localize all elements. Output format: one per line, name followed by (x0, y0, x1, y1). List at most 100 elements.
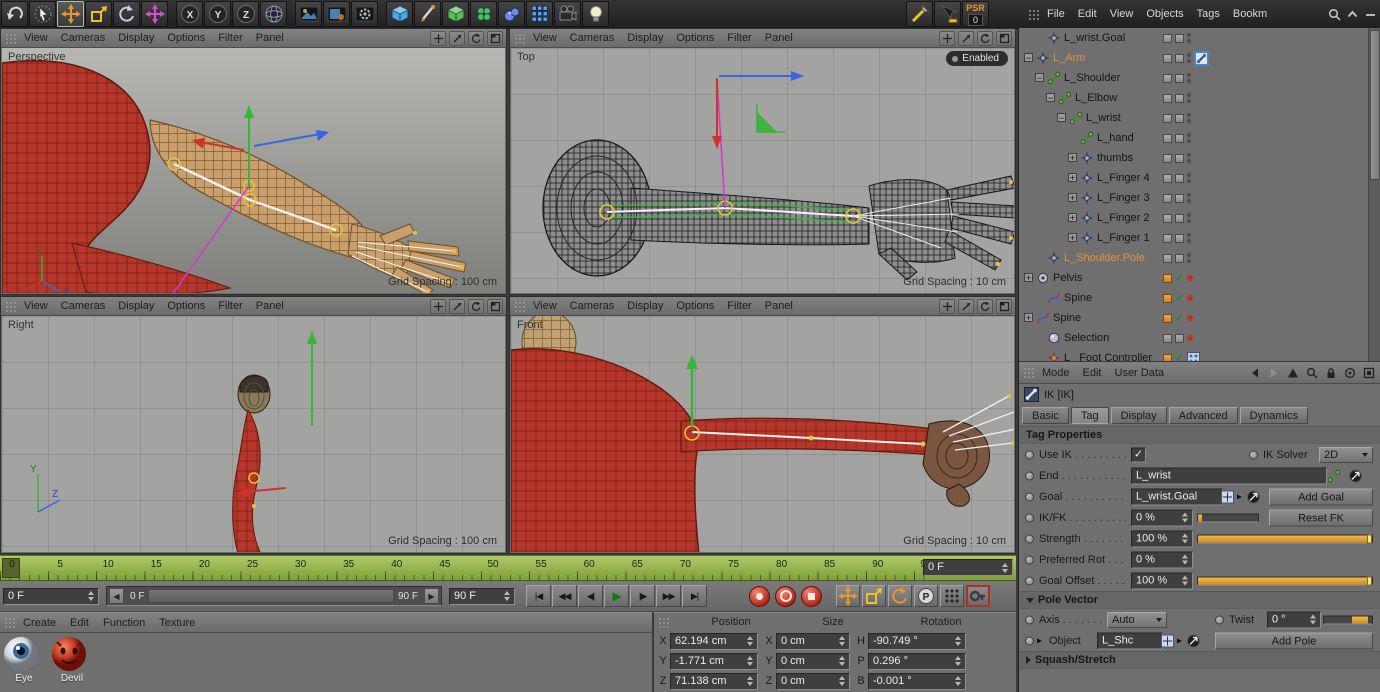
viewport-menu-display[interactable]: Display (627, 300, 663, 312)
key-position-toggle[interactable] (836, 585, 860, 607)
stepper[interactable] (952, 676, 961, 686)
display-tag-icon[interactable] (1163, 314, 1172, 323)
visibility-dots[interactable] (1187, 153, 1191, 163)
record-button[interactable] (749, 586, 770, 607)
visibility-toggle[interactable] (1175, 234, 1184, 243)
right-canvas[interactable]: Right Y Z Grid (2, 316, 505, 552)
panel-grip-icon[interactable] (4, 617, 15, 628)
visibility-toggle[interactable] (1163, 74, 1172, 83)
stepper[interactable] (1179, 513, 1188, 523)
up-arrow-icon[interactable] (1287, 367, 1299, 379)
render-picture-viewer-icon[interactable] (323, 1, 350, 27)
expander-minus[interactable]: − (1035, 73, 1044, 82)
goto-start-button[interactable]: |◀ (526, 585, 551, 607)
range-start-grip[interactable]: ◀ (109, 588, 124, 604)
visibility-toggle[interactable] (1175, 194, 1184, 203)
visibility-dots[interactable] (1187, 73, 1191, 83)
menubar-item-edit[interactable]: Edit (1078, 8, 1097, 20)
material-menu-function[interactable]: Function (103, 617, 145, 629)
object-row[interactable]: L_ Foot Controller✓ (1019, 348, 1380, 362)
nav-forward-icon[interactable] (1268, 367, 1280, 379)
object-name[interactable]: L_Finger 2 (1097, 208, 1150, 228)
object-picker-icon[interactable] (1187, 634, 1200, 647)
keyframe-dot[interactable] (1025, 576, 1034, 585)
keyframe-dot[interactable] (1025, 636, 1034, 645)
object-row[interactable]: −L_Shoulder (1019, 68, 1380, 88)
object-name[interactable]: thumbs (1097, 148, 1133, 168)
rotate-view-icon[interactable] (977, 299, 993, 314)
stepper[interactable] (1307, 615, 1316, 625)
object-name[interactable]: L_wrist (1086, 108, 1121, 128)
material-menu-texture[interactable]: Texture (159, 617, 195, 629)
object-row[interactable]: L_hand (1019, 128, 1380, 148)
perspective-canvas[interactable]: Perspective (2, 48, 505, 293)
keyframe-dot[interactable] (1025, 534, 1034, 543)
stepper[interactable] (85, 591, 94, 601)
twist-field[interactable]: 0 ° (1267, 611, 1321, 628)
end-frame-field[interactable]: 90 F (449, 588, 515, 605)
search-icon[interactable] (1328, 8, 1341, 21)
zoom-view-icon[interactable] (449, 31, 465, 46)
visibility-dots[interactable] (1187, 193, 1191, 203)
visibility-dots[interactable] (1187, 133, 1191, 143)
visibility-toggle[interactable] (1175, 94, 1184, 103)
viewport-menu-view[interactable]: View (24, 32, 48, 44)
viewport-menu-filter[interactable]: Filter (218, 300, 242, 312)
display-tag-icon[interactable] (1163, 294, 1172, 303)
current-frame-field[interactable]: 0 F (923, 559, 1013, 576)
material-thumbnail[interactable] (3, 636, 45, 672)
keyframe-dot[interactable] (1025, 555, 1034, 564)
visibility-toggle[interactable] (1163, 254, 1172, 263)
visibility-toggle[interactable] (1175, 54, 1184, 63)
strength-field[interactable]: 100 % (1131, 530, 1193, 547)
viewport-menu-display[interactable]: Display (118, 300, 154, 312)
object-name[interactable]: L_Elbow (1075, 88, 1117, 108)
expand-arrow[interactable]: ▸ (1037, 635, 1042, 646)
stepper[interactable] (1179, 555, 1188, 565)
viewport-menu-cameras[interactable]: Cameras (61, 300, 106, 312)
viewport-menu-options[interactable]: Options (167, 300, 205, 312)
visibility-toggle[interactable] (1163, 194, 1172, 203)
visibility-toggle[interactable] (1163, 134, 1172, 143)
visibility-toggle[interactable] (1163, 334, 1172, 343)
object-name[interactable]: Spine (1064, 288, 1092, 308)
viewport-menu-cameras[interactable]: Cameras (61, 32, 106, 44)
squash-stretch-header[interactable]: Squash/Stretch (1019, 651, 1380, 669)
visibility-toggle[interactable] (1175, 34, 1184, 43)
pole-vector-header[interactable]: Pole Vector (1019, 591, 1380, 609)
stepper[interactable] (744, 636, 753, 646)
array-icon[interactable] (526, 1, 553, 27)
stepper[interactable] (744, 656, 753, 666)
visibility-toggle[interactable] (1175, 334, 1184, 343)
display-tag-icon[interactable] (1163, 274, 1172, 283)
goal-offset-slider[interactable] (1197, 576, 1373, 585)
maximize-view-icon[interactable] (487, 31, 503, 46)
y-axis-lock-icon[interactable]: Y (204, 1, 231, 27)
pos-field[interactable]: 71.138 cm (670, 673, 758, 690)
expander-minus[interactable]: − (1024, 53, 1033, 62)
link-expand-arrow[interactable]: ▸ (1177, 635, 1182, 646)
add-goal-button[interactable]: Add Goal (1269, 488, 1373, 505)
display-tag-icon[interactable] (1163, 354, 1172, 363)
goal-offset-field[interactable]: 100 % (1131, 572, 1193, 589)
object-name[interactable]: Pelvis (1053, 268, 1082, 288)
autokey-frame-button[interactable] (966, 585, 990, 607)
material-thumbnail[interactable] (51, 636, 93, 672)
ik-tag-icon-selected[interactable] (1194, 51, 1209, 66)
rotate-view-icon[interactable] (977, 31, 993, 46)
prev-frame-button[interactable]: ◀| (578, 585, 603, 607)
stepper[interactable] (836, 676, 845, 686)
visibility-toggle[interactable] (1163, 154, 1172, 163)
preferred-rot-field[interactable]: 0 % (1131, 551, 1193, 568)
object-row[interactable]: Spine✓ (1019, 288, 1380, 308)
viewport-menu-view[interactable]: View (24, 300, 48, 312)
rot-field[interactable]: -90.749 ° (868, 633, 966, 650)
prev-key-button[interactable]: ◀◀ (552, 585, 577, 607)
knife-icon[interactable] (906, 1, 933, 27)
live-selection-icon[interactable] (29, 1, 56, 27)
cluster-icon[interactable] (470, 1, 497, 27)
size-field[interactable]: 0 cm (776, 633, 850, 650)
render-view-icon[interactable] (295, 1, 322, 27)
tag-properties-header[interactable]: Tag Properties (1019, 426, 1380, 444)
play-button[interactable]: ▶ (604, 585, 629, 607)
